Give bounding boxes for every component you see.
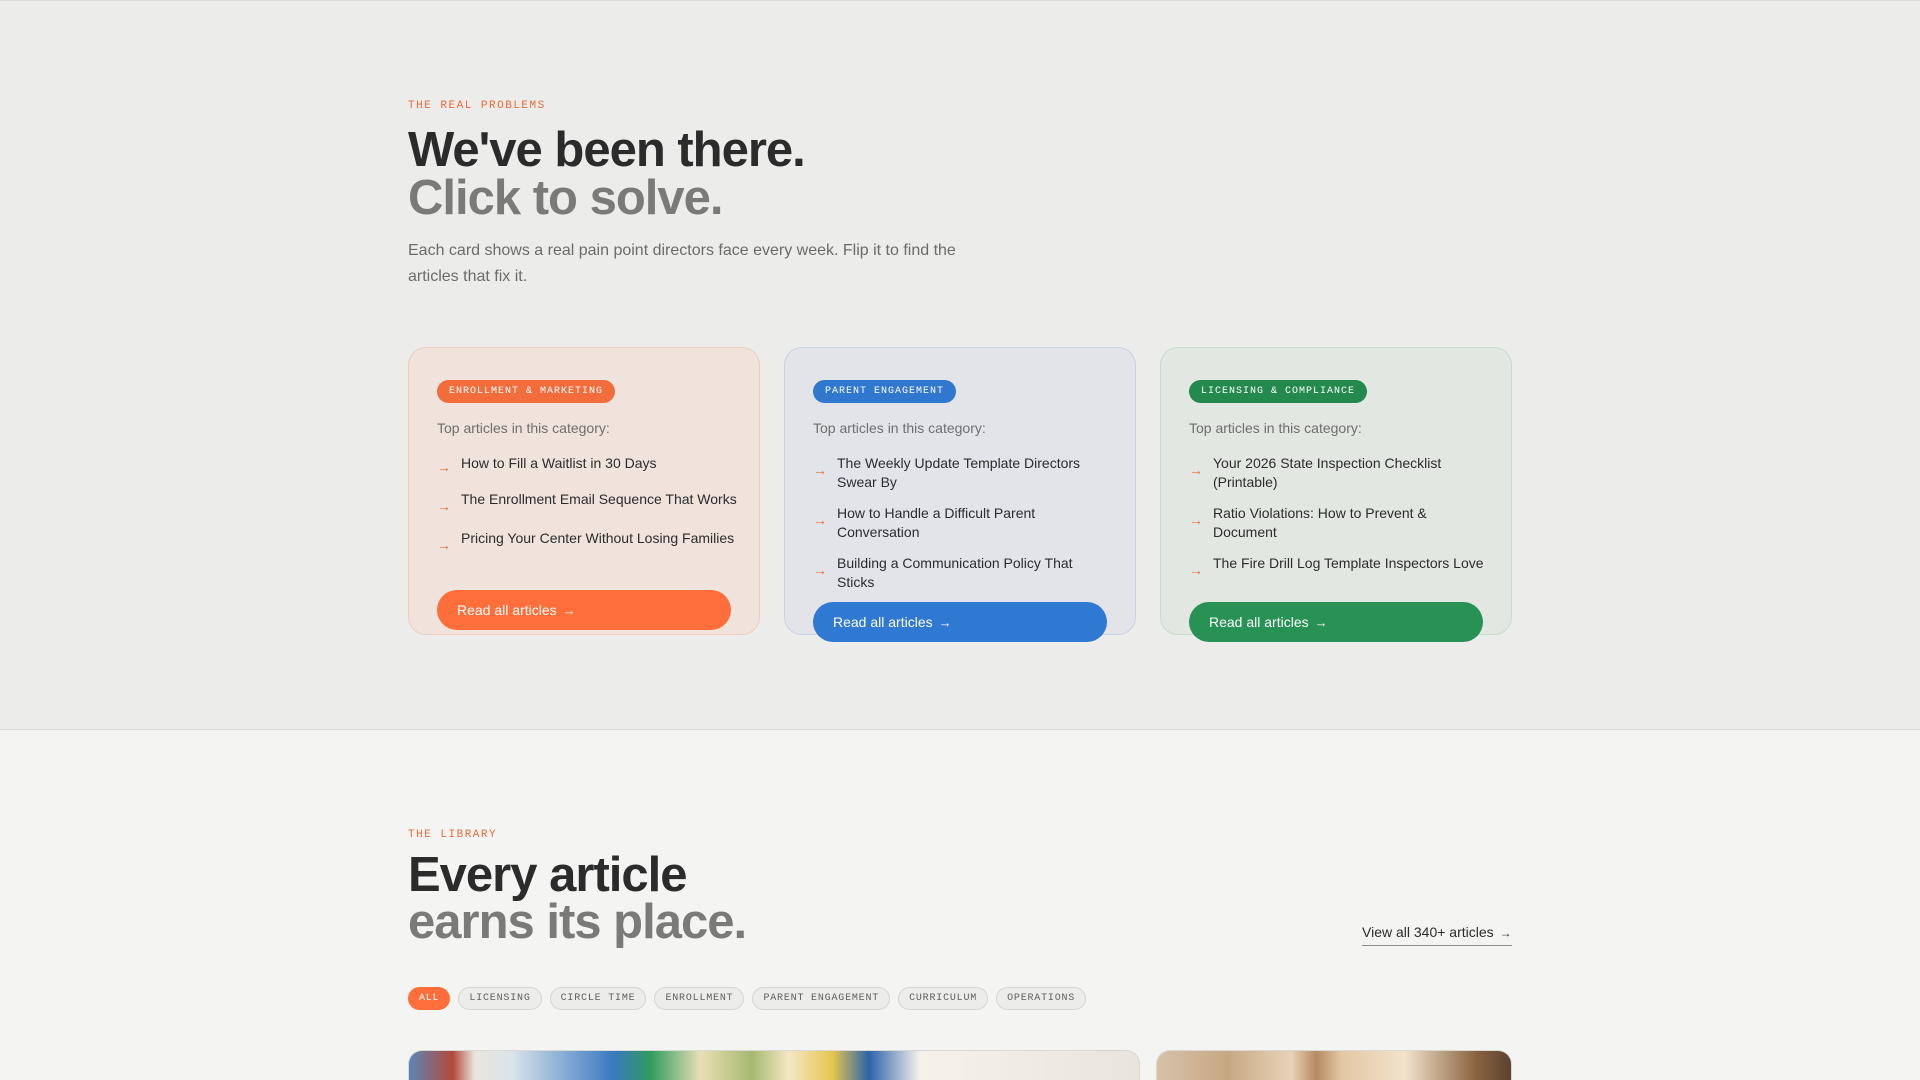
article-list: → How to Fill a Waitlist in 30 Days → Th… [437, 454, 737, 568]
arrow-right-icon: → [1314, 615, 1328, 630]
arrow-right-icon: → [813, 512, 827, 528]
arrow-right-icon: → [562, 603, 576, 618]
filter-enrollment[interactable]: ENROLLMENT [654, 987, 745, 1010]
article-link[interactable]: → The Enrollment Email Sequence That Wor… [437, 490, 737, 517]
article-list: → Your 2026 State Inspection Checklist (… [1189, 454, 1489, 593]
card-intro: Top articles in this category: [813, 420, 986, 436]
article-link[interactable]: → How to Fill a Waitlist in 30 Days [437, 454, 737, 478]
read-all-articles-button[interactable]: Read all articles → [437, 590, 731, 630]
article-link[interactable]: → The Fire Drill Log Template Inspectors… [1189, 554, 1489, 581]
article-link[interactable]: → The Weekly Update Template Directors S… [813, 454, 1113, 492]
arrow-right-icon: → [1499, 926, 1512, 940]
article-card-image-classroom[interactable] [408, 1050, 1140, 1080]
read-all-articles-button[interactable]: Read all articles → [813, 602, 1107, 642]
arrow-right-icon: → [437, 459, 451, 475]
arrow-right-icon: → [1189, 512, 1203, 528]
article-link[interactable]: → How to Handle a Difficult Parent Conve… [813, 504, 1113, 542]
card-category-tag: ENROLLMENT & MARKETING [437, 380, 616, 403]
filter-all[interactable]: ALL [408, 987, 451, 1010]
problems-section: THE REAL PROBLEMS We've been there. Clic… [0, 0, 1920, 730]
card-intro: Top articles in this category: [1189, 420, 1362, 436]
filter-operations[interactable]: OPERATIONS [996, 987, 1087, 1010]
cta-label: Read all articles [457, 602, 557, 618]
article-title: Pricing Your Center Without Losing Famil… [461, 530, 735, 546]
view-all-articles-link[interactable]: View all 340+ articles → [1362, 924, 1512, 946]
problems-subheading: Click to solve. [408, 171, 724, 225]
library-subheading: earns its place. [408, 895, 747, 949]
cta-label: Read all articles [1209, 614, 1309, 630]
arrow-right-icon: → [437, 498, 451, 514]
card-enrollment-marketing[interactable]: ENROLLMENT & MARKETING Top articles in t… [408, 347, 760, 635]
filter-curriculum[interactable]: CURRICULUM [898, 987, 989, 1010]
library-heading: Every article [408, 848, 687, 902]
arrow-right-icon: → [938, 615, 952, 630]
filter-circle-time[interactable]: CIRCLE TIME [549, 987, 647, 1010]
problems-eyebrow: THE REAL PROBLEMS [408, 100, 546, 112]
article-link[interactable]: → Pricing Your Center Without Losing Fam… [437, 529, 737, 556]
article-title: Ratio Violations: How to Prevent & Docum… [1213, 505, 1427, 540]
arrow-right-icon: → [1189, 462, 1203, 478]
arrow-right-icon: → [813, 562, 827, 578]
filter-parent-engagement[interactable]: PARENT ENGAGEMENT [752, 987, 891, 1010]
library-eyebrow: THE LIBRARY [408, 829, 498, 841]
article-title: Your 2026 State Inspection Checklist (Pr… [1213, 455, 1442, 490]
card-category-tag: PARENT ENGAGEMENT [813, 380, 957, 403]
filter-licensing[interactable]: LICENSING [458, 987, 542, 1010]
article-link[interactable]: → Your 2026 State Inspection Checklist (… [1189, 454, 1489, 492]
article-title: The Weekly Update Template Directors Swe… [837, 455, 1081, 490]
arrow-right-icon: → [1189, 562, 1203, 578]
filter-chips: ALL LICENSING CIRCLE TIME ENROLLMENT PAR… [408, 987, 1087, 1010]
card-licensing-compliance[interactable]: LICENSING & COMPLIANCE Top articles in t… [1160, 347, 1512, 642]
article-title: How to Fill a Waitlist in 30 Days [461, 455, 657, 471]
article-title: The Enrollment Email Sequence That Works [461, 491, 737, 507]
read-all-articles-button[interactable]: Read all articles → [1189, 602, 1483, 642]
article-link[interactable]: → Ratio Violations: How to Prevent & Doc… [1189, 504, 1489, 542]
cta-label: Read all articles [833, 614, 933, 630]
card-category-tag: LICENSING & COMPLIANCE [1189, 380, 1368, 403]
arrow-right-icon: → [437, 537, 451, 553]
arrow-right-icon: → [813, 462, 827, 478]
problems-heading: We've been there. [408, 123, 806, 177]
card-intro: Top articles in this category: [437, 420, 610, 436]
article-title: How to Handle a Difficult Parent Convers… [837, 505, 1036, 540]
problems-lede: Each card shows a real pain point direct… [408, 242, 956, 285]
view-all-label: View all 340+ articles [1362, 924, 1494, 940]
article-title: The Fire Drill Log Template Inspectors L… [1213, 555, 1484, 571]
article-title: Building a Communication Policy That Sti… [837, 555, 1073, 590]
article-card-image-teacher[interactable] [1156, 1050, 1512, 1080]
article-link[interactable]: → Building a Communication Policy That S… [813, 554, 1113, 592]
article-list: → The Weekly Update Template Directors S… [813, 454, 1113, 604]
card-parent-engagement[interactable]: PARENT ENGAGEMENT Top articles in this c… [784, 347, 1136, 642]
